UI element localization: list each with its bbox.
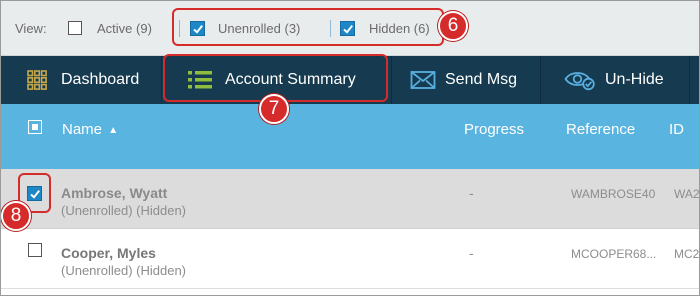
student-name[interactable]: Ambrose, Wyatt — [61, 185, 167, 202]
callout-badge-8: 8 — [1, 201, 31, 231]
reference-column-header[interactable]: Reference — [566, 121, 635, 139]
eye-icon — [564, 72, 595, 91]
callout-badge-6: 6 — [438, 11, 468, 41]
table-row[interactable]: Cooper, Myles (Unenrolled) (Hidden) - MC… — [1, 229, 700, 289]
view-label: View: — [15, 21, 47, 36]
reference-value: MCOOPER68... — [571, 247, 657, 261]
progress-value: - — [469, 185, 474, 201]
un-hide-label: Un-Hide — [605, 71, 664, 88]
active-filter-label[interactable]: Active (9) — [97, 21, 152, 36]
send-msg-label: Send Msg — [445, 71, 518, 88]
filter-callout-box — [172, 8, 444, 46]
un-hide-button[interactable]: Un-Hide — [541, 56, 689, 104]
table-header: Name ▲ Progress Reference ID — [1, 104, 699, 169]
table-row[interactable]: Ambrose, Wyatt (Unenrolled) (Hidden) - W… — [1, 169, 700, 229]
progress-column-header[interactable]: Progress — [464, 121, 524, 139]
name-column-header[interactable]: Name ▲ — [62, 121, 118, 141]
send-msg-button[interactable]: Send Msg — [392, 56, 540, 104]
row-select-checkbox[interactable] — [28, 243, 42, 257]
reference-value: WAMBROSE40 — [571, 187, 656, 201]
dashboard-label: Dashboard — [61, 71, 140, 88]
student-name[interactable]: Cooper, Myles — [61, 245, 156, 262]
envelope-icon — [410, 71, 436, 89]
select-all-checkbox[interactable] — [28, 120, 42, 134]
sort-ascending-icon: ▲ — [108, 125, 119, 136]
callout-badge-7: 7 — [259, 94, 289, 124]
roster-panel: View: Active (9) Unenrolled (3) Hidden (… — [0, 0, 700, 296]
active-filter-checkbox[interactable] — [68, 21, 82, 35]
dashboard-button[interactable]: Dashboard — [1, 56, 161, 104]
indeterminate-mark — [31, 123, 38, 130]
grid-icon — [27, 70, 47, 90]
id-value: MC2 — [674, 247, 700, 261]
student-status: (Unenrolled) (Hidden) — [61, 203, 186, 218]
id-value: WA2 — [674, 187, 700, 201]
progress-value: - — [469, 245, 474, 261]
name-column-label: Name — [62, 121, 103, 138]
toolbar-divider — [689, 56, 690, 104]
id-column-header[interactable]: ID — [669, 121, 684, 139]
student-status: (Unenrolled) (Hidden) — [61, 263, 186, 278]
